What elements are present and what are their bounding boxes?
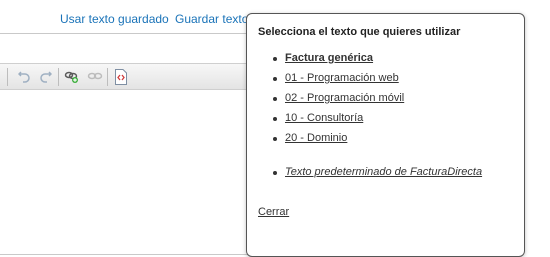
save-text-link[interactable]: Guardar texto [175, 12, 248, 26]
source-code-icon[interactable] [112, 68, 130, 86]
insert-link-icon[interactable] [63, 68, 81, 86]
editor-toolbar [0, 63, 247, 90]
list-item: 01 - Programación web [273, 72, 399, 84]
bullet-icon [273, 117, 277, 121]
list-item: 20 - Dominio [273, 132, 347, 144]
redo-icon[interactable] [37, 68, 55, 86]
saved-text-link-consulting[interactable]: 10 - Consultoría [285, 112, 363, 124]
saved-text-popup: Selecciona el texto que quieres utilizar… [246, 13, 525, 257]
bullet-icon [273, 171, 277, 175]
bullet-icon [273, 137, 277, 141]
close-link[interactable]: Cerrar [258, 206, 289, 218]
saved-text-link-mobile-programming[interactable]: 02 - Programación móvil [285, 92, 404, 104]
popup-title: Selecciona el texto que quieres utilizar [258, 26, 461, 38]
saved-text-link-domain[interactable]: 20 - Dominio [285, 132, 347, 144]
toolbar-separator [58, 68, 59, 86]
bullet-icon [273, 57, 277, 61]
list-item: 02 - Programación móvil [273, 92, 404, 104]
saved-text-link-default[interactable]: Texto predeterminado de FacturaDirecta [285, 166, 482, 178]
use-saved-text-link[interactable]: Usar texto guardado [60, 12, 169, 26]
bullet-icon [273, 97, 277, 101]
saved-text-link-web-programming[interactable]: 01 - Programación web [285, 72, 399, 84]
undo-icon[interactable] [15, 68, 33, 86]
list-item: 10 - Consultoría [273, 112, 363, 124]
toolbar-separator [7, 68, 8, 86]
list-item: Texto predeterminado de FacturaDirecta [273, 166, 482, 178]
unlink-icon[interactable] [86, 68, 104, 86]
saved-text-link-generic-invoice[interactable]: Factura genérica [285, 52, 373, 64]
toolbar-separator [107, 68, 108, 86]
bullet-icon [273, 77, 277, 81]
list-item: Factura genérica [273, 52, 373, 64]
text-editor[interactable] [0, 33, 248, 255]
